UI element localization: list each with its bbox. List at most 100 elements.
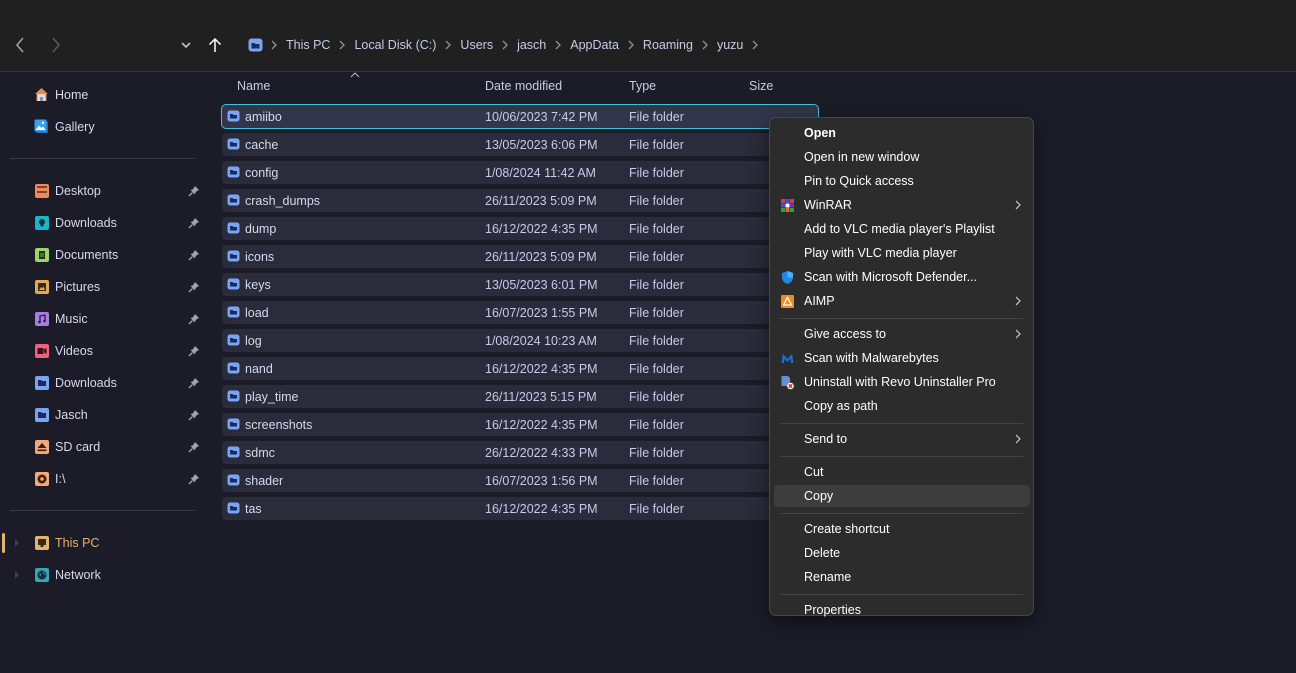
sidebar-item-videos[interactable]: Videos xyxy=(0,337,205,365)
file-row[interactable]: dump 16/12/2022 4:35 PM File folder xyxy=(222,217,818,240)
sidebar-item-documents[interactable]: Documents xyxy=(0,241,205,269)
sidebar-item-i[interactable]: I:\ xyxy=(0,465,205,493)
sidebar-item-home[interactable]: Home xyxy=(0,81,205,109)
file-row[interactable]: sdmc 26/12/2022 4:33 PM File folder xyxy=(222,441,818,464)
pin-icon[interactable] xyxy=(188,473,200,485)
folder-icon xyxy=(227,194,240,206)
column-header-size[interactable]: Size xyxy=(749,79,773,93)
breadcrumb-separator-icon[interactable] xyxy=(752,40,759,50)
menu-item-label: Play with VLC media player xyxy=(804,246,957,260)
breadcrumb-item[interactable]: Local Disk (C:) xyxy=(354,38,436,52)
menu-item-label: Add to VLC media player's Playlist xyxy=(804,222,995,236)
breadcrumb-separator-icon[interactable] xyxy=(628,40,634,50)
menu-item-pin-to-quick-access[interactable]: Pin to Quick access xyxy=(774,170,1030,192)
breadcrumb-separator-icon[interactable] xyxy=(445,40,452,50)
column-header-type[interactable]: Type xyxy=(629,79,656,93)
column-header-date-modified[interactable]: Date modified xyxy=(485,79,562,93)
submenu-chevron-icon xyxy=(1015,296,1021,306)
file-row[interactable]: config 1/08/2024 11:42 AM File folder xyxy=(222,161,818,184)
menu-item-winrar[interactable]: WinRAR xyxy=(774,194,1030,216)
recent-locations-button[interactable] xyxy=(175,33,197,57)
file-row[interactable]: cache 13/05/2023 6:06 PM File folder xyxy=(222,133,818,156)
menu-item-add-to-vlc-media-player-s-playlist[interactable]: Add to VLC media player's Playlist xyxy=(774,218,1030,240)
file-row[interactable]: play_time 26/11/2023 5:15 PM File folder xyxy=(222,385,818,408)
menu-item-label: Scan with Malwarebytes xyxy=(804,351,939,365)
file-row[interactable]: screenshots 16/12/2022 4:35 PM File folder xyxy=(222,413,818,436)
breadcrumb-item[interactable]: Users xyxy=(460,38,493,52)
folder-icon xyxy=(35,376,49,390)
menu-item-properties[interactable]: Properties xyxy=(774,599,1030,621)
menu-item-cut[interactable]: Cut xyxy=(774,461,1030,483)
pin-icon[interactable] xyxy=(188,345,200,357)
file-type: File folder xyxy=(629,278,684,292)
breadcrumb-separator-icon[interactable] xyxy=(702,40,708,50)
menu-item-create-shortcut[interactable]: Create shortcut xyxy=(774,518,1030,540)
sidebar-item-label: Documents xyxy=(55,248,119,262)
menu-item-delete[interactable]: Delete xyxy=(774,542,1030,564)
file-row[interactable]: tas 16/12/2022 4:35 PM File folder xyxy=(222,497,818,520)
file-row[interactable]: load 16/07/2023 1:55 PM File folder xyxy=(222,301,818,324)
file-row[interactable]: shader 16/07/2023 1:56 PM File folder xyxy=(222,469,818,492)
menu-item-scan-with-microsoft-defender[interactable]: Scan with Microsoft Defender... xyxy=(774,266,1030,288)
breadcrumb-separator-icon[interactable] xyxy=(502,40,508,50)
breadcrumb-separator-icon[interactable] xyxy=(271,40,277,50)
menu-item-open[interactable]: Open xyxy=(774,122,1030,144)
pin-icon[interactable] xyxy=(188,217,200,229)
folder-icon xyxy=(227,138,240,150)
menu-item-send-to[interactable]: Send to xyxy=(774,428,1030,450)
menu-item-copy-as-path[interactable]: Copy as path xyxy=(774,395,1030,417)
forward-button[interactable] xyxy=(45,33,67,57)
up-button[interactable] xyxy=(204,33,226,57)
menu-item-play-with-vlc-media-player[interactable]: Play with VLC media player xyxy=(774,242,1030,264)
menu-item-open-in-new-window[interactable]: Open in new window xyxy=(774,146,1030,168)
sidebar-item-this-pc[interactable]: This PC xyxy=(0,529,205,557)
menu-item-uninstall-with-revo-uninstaller-pro[interactable]: Uninstall with Revo Uninstaller Pro xyxy=(774,371,1030,393)
file-row[interactable]: nand 16/12/2022 4:35 PM File folder xyxy=(222,357,818,380)
breadcrumb-item[interactable]: jasch xyxy=(517,38,546,52)
pin-icon[interactable] xyxy=(188,249,200,261)
pin-icon[interactable] xyxy=(188,409,200,421)
pin-icon[interactable] xyxy=(188,185,200,197)
pin-icon[interactable] xyxy=(188,281,200,293)
breadcrumb-item[interactable]: This PC xyxy=(286,38,330,52)
network-icon xyxy=(35,568,49,582)
breadcrumb-item[interactable]: Roaming xyxy=(643,38,693,52)
menu-item-give-access-to[interactable]: Give access to xyxy=(774,323,1030,345)
menu-item-aimp[interactable]: AIMP xyxy=(774,290,1030,312)
pin-icon[interactable] xyxy=(188,441,200,453)
breadcrumb-separator-icon[interactable] xyxy=(555,40,562,50)
sidebar-item-pictures[interactable]: Pictures xyxy=(0,273,205,301)
music-icon xyxy=(35,312,49,326)
folder-icon xyxy=(227,334,240,346)
sidebar-item-jasch[interactable]: Jasch xyxy=(0,401,205,429)
folder-icon xyxy=(227,278,240,290)
breadcrumb-item[interactable]: yuzu xyxy=(717,38,743,52)
pin-icon[interactable] xyxy=(188,377,200,389)
file-row[interactable]: amiibo 10/06/2023 7:42 PM File folder xyxy=(221,104,819,129)
sidebar-item-network[interactable]: Network xyxy=(0,561,205,589)
breadcrumb-separator-icon[interactable] xyxy=(339,40,346,50)
sidebar-item-downloads[interactable]: Downloads xyxy=(0,209,205,237)
folder-location-icon[interactable] xyxy=(248,38,263,52)
sidebar-item-music[interactable]: Music xyxy=(0,305,205,333)
sidebar-item-label: Home xyxy=(55,88,89,102)
breadcrumb-item[interactable]: AppData xyxy=(570,38,619,52)
sidebar-item-gallery[interactable]: Gallery xyxy=(0,113,205,141)
file-row[interactable]: crash_dumps 26/11/2023 5:09 PM File folder xyxy=(222,189,818,212)
menu-item-copy[interactable]: Copy xyxy=(774,485,1030,507)
menu-item-rename[interactable]: Rename xyxy=(774,566,1030,588)
back-button[interactable] xyxy=(9,33,31,57)
expand-chevron-icon[interactable] xyxy=(15,539,19,547)
sidebar-item-downloads[interactable]: Downloads xyxy=(0,369,205,397)
sidebar-item-sd-card[interactable]: SD card xyxy=(0,433,205,461)
expand-chevron-icon[interactable] xyxy=(15,571,19,579)
menu-item-scan-with-malwarebytes[interactable]: Scan with Malwarebytes xyxy=(774,347,1030,369)
pin-icon[interactable] xyxy=(188,313,200,325)
file-row[interactable]: icons 26/11/2023 5:09 PM File folder xyxy=(222,245,818,268)
file-row[interactable]: keys 13/05/2023 6:01 PM File folder xyxy=(222,273,818,296)
navigation-pane: Home Gallery Desktop Downloads Documents Pict… xyxy=(0,73,210,673)
column-header-name[interactable]: Name xyxy=(237,79,270,93)
file-date-modified: 26/11/2023 5:09 PM xyxy=(485,194,597,208)
sidebar-item-desktop[interactable]: Desktop xyxy=(0,177,205,205)
file-row[interactable]: log 1/08/2024 10:23 AM File folder xyxy=(222,329,818,352)
